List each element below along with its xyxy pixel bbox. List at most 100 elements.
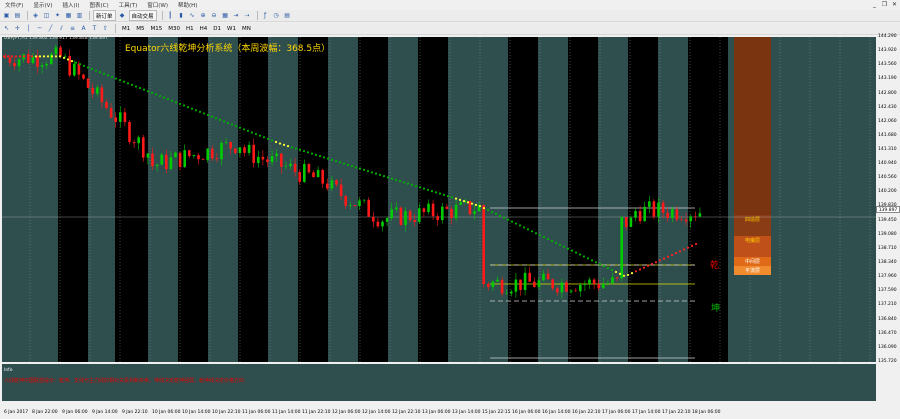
data-window-icon[interactable]: ◫ (42, 11, 51, 20)
bull-candle (390, 209, 393, 219)
bull-candle (169, 157, 173, 169)
bear-candle (280, 153, 283, 167)
cursor-icon[interactable]: ↖ (2, 24, 11, 33)
price-chart[interactable] (0, 35, 900, 419)
moving-average-dot (450, 196, 454, 199)
moving-average-dot (578, 253, 582, 256)
time-tick-label: 11 Jan 06:00 (242, 410, 271, 415)
menu-chart[interactable]: 图表(C) (84, 1, 113, 9)
bear-candle (445, 206, 449, 209)
bull-candle (560, 282, 564, 293)
restore-button[interactable]: ❐ (880, 0, 889, 10)
price-tick-label: 137.590 (878, 288, 897, 294)
moving-average-dot (666, 255, 670, 258)
bear-candle (197, 155, 200, 160)
time-tick-label: 10 Jan 06:00 (152, 410, 181, 415)
timeframe-m5[interactable]: M5 (133, 24, 147, 33)
time-tick-label: 15 Jan 22:15 (482, 410, 511, 415)
tester-icon[interactable]: ▥ (75, 11, 84, 20)
menu-view[interactable]: 显示(V) (28, 1, 57, 9)
bull-candle (192, 155, 196, 157)
horizontal-line-icon[interactable]: ─ (35, 24, 44, 33)
menu-help[interactable]: 帮助(H) (173, 1, 202, 9)
new-order-button[interactable]: 新订单 (93, 10, 116, 21)
bull-candle (54, 47, 58, 54)
timeframe-w1[interactable]: W1 (224, 24, 239, 33)
bear-candle (408, 211, 412, 221)
moving-average-dot (6, 55, 10, 58)
market-watch-icon[interactable]: ◈ (31, 11, 40, 20)
auto-scroll-icon[interactable]: ⇢ (243, 11, 252, 20)
text-icon[interactable]: A (79, 24, 88, 33)
menu-insert[interactable]: 插入(I) (58, 1, 85, 9)
menu-window[interactable]: 窗口(W) (142, 1, 173, 9)
time-tick-label: 17 Jan 14:00 (632, 410, 661, 415)
moving-average-dot (542, 236, 546, 239)
moving-average-dot (322, 156, 326, 159)
moving-average-dot (226, 121, 230, 125)
timeframe-d1[interactable]: D1 (210, 24, 224, 33)
navigator-icon[interactable]: ✦ (53, 11, 62, 20)
indicators-icon[interactable]: ƒ (261, 11, 270, 20)
moving-average-dot (30, 55, 34, 58)
fibonacci-icon[interactable]: ≡ (68, 24, 77, 33)
trendline-icon[interactable]: ╱ (46, 24, 55, 33)
bull-candle (505, 293, 508, 295)
profiles-icon[interactable]: ▤ (13, 11, 22, 20)
moving-average-dot (114, 77, 118, 80)
line-chart-icon[interactable]: ∿ (188, 11, 197, 20)
zoom-in-icon[interactable]: ⊕ (199, 11, 208, 20)
moving-average-dot (622, 274, 626, 277)
bear-candle (243, 147, 246, 153)
bull-candle (510, 291, 513, 294)
bull-candle (275, 153, 278, 157)
crosshair-icon[interactable]: ✛ (13, 24, 22, 33)
minimize-button[interactable]: _ (870, 0, 879, 10)
metaeditor-icon[interactable]: ◆ (118, 11, 127, 20)
bear-candle (450, 208, 453, 219)
chart-shift-icon[interactable]: ⇥ (232, 11, 241, 20)
chart-window[interactable]: GBPJPY,H1 139.862 139.917 139.848 139.89… (0, 34, 900, 419)
timeframe-h1[interactable]: H1 (183, 24, 197, 33)
templates-icon[interactable]: ▤ (283, 11, 292, 20)
timeframe-h4[interactable]: H4 (197, 24, 211, 33)
label-icon[interactable]: T (90, 24, 99, 33)
moving-average-dot (198, 110, 202, 113)
bull-candle (330, 180, 334, 189)
auto-trading-button[interactable]: 自动交易 (128, 10, 157, 21)
timeframe-m15[interactable]: M15 (148, 24, 166, 33)
moving-average-dot (398, 180, 402, 183)
moving-average-dot (150, 91, 154, 94)
close-button[interactable]: ✕ (890, 0, 899, 10)
bull-candle (454, 204, 458, 219)
channel-icon[interactable]: ⫽ (57, 24, 66, 33)
terminal-icon[interactable]: ▦ (64, 11, 73, 20)
moving-average-dot (350, 164, 354, 168)
bear-candle (339, 184, 343, 196)
new-chart-icon[interactable]: ▣ (2, 11, 11, 20)
arrows-icon[interactable]: ⇧ (101, 24, 110, 33)
menu-file[interactable]: 文件(F) (0, 1, 28, 9)
vertical-line-icon[interactable]: │ (24, 24, 33, 33)
moving-average-dot (158, 94, 162, 98)
bear-candle (574, 290, 577, 292)
bear-candle (8, 57, 12, 63)
tile-windows-icon[interactable]: ▦ (221, 11, 230, 20)
zoom-out-icon[interactable]: ⊖ (210, 11, 219, 20)
moving-average-dot (162, 96, 166, 99)
bull-candle (96, 87, 99, 94)
periods-icon[interactable]: ◷ (272, 11, 281, 20)
timeframe-m30[interactable]: M30 (165, 24, 183, 33)
bull-candle (418, 208, 421, 222)
price-tick-label: 136.090 (878, 344, 897, 350)
moving-average-dot (678, 250, 682, 253)
level-dianmo: 电魔层 (744, 238, 760, 244)
moving-average-dot (626, 273, 630, 277)
menu-tools[interactable]: 工具(T) (114, 1, 143, 9)
bear-candle (556, 288, 559, 293)
moving-average-dot (74, 61, 78, 64)
candle-chart-icon[interactable]: ▮ (177, 11, 186, 20)
timeframe-m1[interactable]: M1 (119, 24, 133, 33)
bar-chart-icon[interactable]: ┃ (166, 11, 175, 20)
timeframe-mn[interactable]: MN (239, 24, 254, 33)
